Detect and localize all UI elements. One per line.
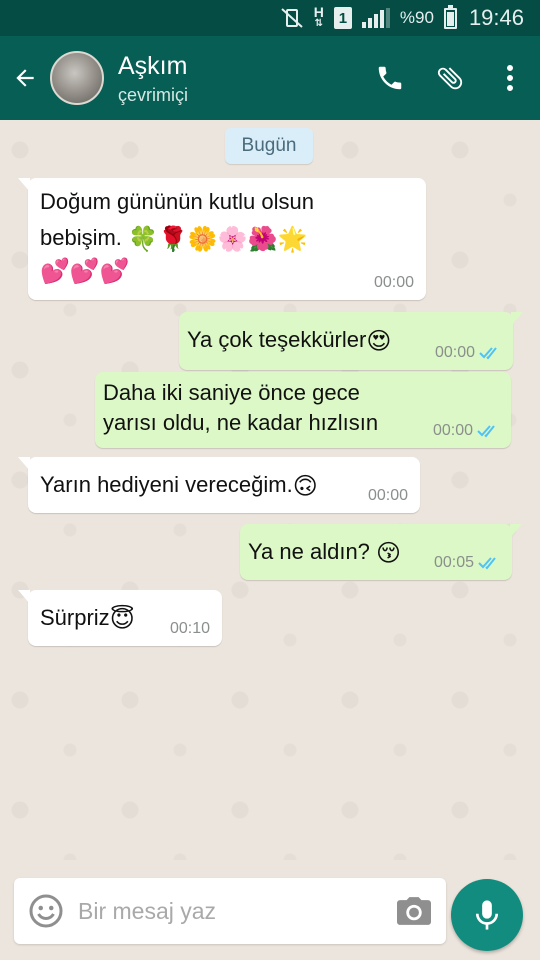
message-incoming[interactable]: Yarın hediyeni vereceğim.🙃 00:00 [18,457,420,513]
message-time: 00:00 [367,487,408,504]
network-type-indicator: H ⇅ [313,4,324,29]
message-time: 00:05 [433,554,474,571]
emoji: 🌼 [187,225,218,254]
date-chip: Bugün [225,128,313,164]
message-text: Ya ne aldın? [248,539,370,564]
battery-percent: %90 [399,8,434,27]
avatar[interactable] [50,51,104,105]
message-meta: 00:05 [434,554,500,572]
message-text: Doğum gününün kutlu olsun [40,189,314,214]
message-text: Daha iki saniye önce gece [103,380,360,405]
composer [14,878,446,944]
emoji-line: 💕💕💕 [40,254,414,286]
emoji: 🌺 [247,225,278,254]
message-outgoing[interactable]: Ya ne aldın? 😚 00:05 [240,524,522,580]
sim-indicator: 1 [333,7,352,29]
message-line: bebişim. 🍀🌹🌼🌸🌺🌟 [40,222,414,254]
emoji: 🌹 [157,225,188,254]
mic-button[interactable] [451,879,523,951]
double-check-icon [479,347,497,360]
clock: 19:46 [468,5,524,30]
mic-icon [475,900,499,930]
double-check-icon [477,425,495,438]
emoji: 😍 [366,327,392,356]
emoji: 💕 [69,257,100,286]
message-input[interactable] [78,891,368,931]
call-button[interactable] [360,36,420,120]
message-outgoing[interactable]: Ya çok teşekkürler😍 00:00 [179,312,523,370]
message-time: 00:00 [434,344,475,361]
message-time: 00:00 [432,422,473,439]
camera-icon [397,897,431,925]
double-check-icon [478,557,496,570]
message-outgoing[interactable]: Daha iki saniye önce gece yarısı oldu, n… [95,372,511,448]
message-meta: 00:00 [374,274,414,292]
back-button[interactable] [0,36,50,120]
emoji-button[interactable] [14,878,78,944]
message-time: 00:10 [169,620,210,637]
emoji: 💕 [40,257,70,286]
vibrate-off-icon [280,7,304,29]
emoji: 🍀 [128,225,158,254]
emoji: 😚 [376,539,402,568]
emoji: 😇 [109,605,135,634]
emoji-icon [29,894,63,928]
signal-icon [361,8,390,28]
emoji: 💕 [99,257,130,286]
emoji: 🙃 [292,472,318,501]
status-bar: H ⇅ 1 %90 19:46 [0,0,540,36]
message-incoming[interactable]: Sürpriz😇 00:10 [18,590,222,646]
emoji: 🌸 [217,225,248,254]
network-label: H [313,4,324,20]
message-text: Yarın hediyeni vereceğim. [40,472,293,497]
message-text: Ya çok teşekkürler [187,327,367,352]
message-meta: 00:10 [170,620,210,638]
message-meta: 00:00 [368,487,408,505]
message-meta: 00:00 [433,422,499,440]
battery-icon [443,4,457,29]
header-actions [360,36,540,120]
emoji: 🌟 [277,225,308,254]
message-meta: 00:00 [435,344,501,362]
chat-area[interactable]: Bugün Doğum gününün kutlu olsun bebişim.… [0,120,540,860]
paperclip-icon [437,67,463,90]
chat-header: Aşkım çevrimiçi [0,36,540,120]
message-text: Sürpriz [40,605,110,630]
message-time: 00:00 [373,274,414,291]
contact-name: Aşkım [118,51,188,80]
message-incoming[interactable]: Doğum gününün kutlu olsun bebişim. 🍀🌹🌼🌸🌺… [18,178,426,300]
more-vert-icon [507,65,513,91]
data-arrows-icon: ⇅ [314,18,324,29]
message-text: bebişim. [40,225,122,250]
attach-button[interactable] [420,36,480,120]
phone-icon [378,66,402,90]
camera-button[interactable] [382,878,446,944]
contact-status: çevrimiçi [118,84,188,105]
contact-info[interactable]: Aşkım çevrimiçi [118,51,188,106]
menu-button[interactable] [480,36,540,120]
arrow-left-icon [16,69,34,87]
